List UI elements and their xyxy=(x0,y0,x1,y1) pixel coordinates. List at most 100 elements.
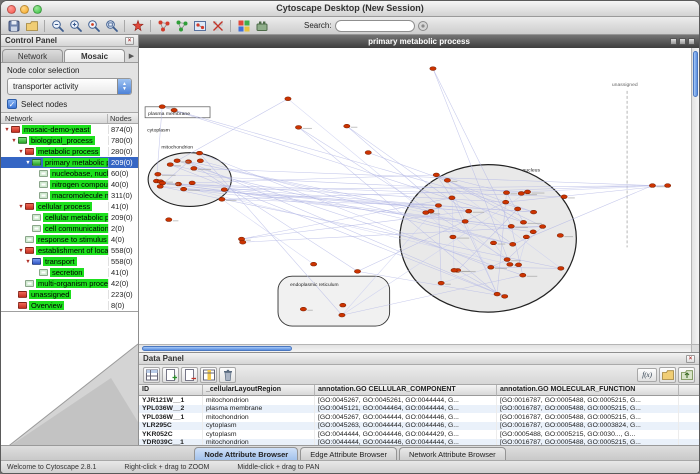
column-header[interactable]: _cellularLayoutRegion xyxy=(203,385,315,396)
table-row[interactable]: YJR121W__1mitochondrion[GO:0045267, GO:0… xyxy=(139,396,699,405)
save-session-icon[interactable] xyxy=(5,18,22,34)
network-node[interactable] xyxy=(561,195,567,199)
network-node[interactable] xyxy=(510,242,516,246)
network-node[interactable] xyxy=(502,294,508,298)
tree-item[interactable]: ▼biological_process780(0) xyxy=(1,135,138,146)
disclosure-triangle-icon[interactable]: ▼ xyxy=(17,248,25,254)
network-node[interactable] xyxy=(449,196,455,200)
tree-network-column-header[interactable]: Network xyxy=(1,114,108,123)
network-node[interactable] xyxy=(514,207,520,211)
network-clone-icon[interactable] xyxy=(173,18,190,34)
network-node[interactable] xyxy=(354,269,360,273)
network-node[interactable] xyxy=(524,190,530,194)
network-node[interactable] xyxy=(450,235,456,239)
network-node[interactable] xyxy=(451,268,457,272)
birdseye-view[interactable] xyxy=(1,311,138,445)
network-node[interactable] xyxy=(428,209,434,213)
network-node[interactable] xyxy=(508,224,514,228)
network-node[interactable] xyxy=(438,281,444,285)
tree-item[interactable]: multi-organism proces42(0) xyxy=(1,278,138,289)
network-node[interactable] xyxy=(435,204,441,208)
disclosure-triangle-icon[interactable]: ▼ xyxy=(24,160,32,166)
network-node[interactable] xyxy=(365,151,371,155)
network-view-icon[interactable] xyxy=(191,18,208,34)
vizmapper-icon[interactable] xyxy=(235,18,252,34)
network-node[interactable] xyxy=(339,313,345,317)
column-header[interactable]: annotation.GO MOLECULAR_FUNCTION xyxy=(497,385,679,396)
search-input[interactable] xyxy=(335,20,415,32)
network-node[interactable] xyxy=(167,163,173,167)
network-node[interactable] xyxy=(166,218,172,222)
network-node[interactable] xyxy=(219,197,225,201)
zoom-out-icon[interactable] xyxy=(49,18,66,34)
view-minimize-button[interactable] xyxy=(670,38,677,45)
network-node[interactable] xyxy=(520,273,526,277)
tree-nodes-column-header[interactable]: Nodes xyxy=(108,114,138,123)
tree-item[interactable]: macromolecule metab311(0) xyxy=(1,190,138,201)
network-node[interactable] xyxy=(295,125,301,129)
disclosure-triangle-icon[interactable]: ▼ xyxy=(17,149,25,155)
tab-node-attribute-browser[interactable]: Node Attribute Browser xyxy=(194,447,298,460)
network-node[interactable] xyxy=(310,262,316,266)
network-node[interactable] xyxy=(157,185,163,189)
network-node[interactable] xyxy=(196,151,202,155)
network-node[interactable] xyxy=(530,230,536,234)
table-row[interactable]: YPL036W__1mitochondrion[GO:0045267, GO:0… xyxy=(139,413,699,422)
network-node[interactable] xyxy=(174,159,180,163)
network-node[interactable] xyxy=(444,178,450,182)
tree-item[interactable]: ▼transport558(0) xyxy=(1,256,138,267)
tree-item[interactable]: ▼primary metabolic proce209(0) xyxy=(1,157,138,168)
plugin-manager-icon[interactable] xyxy=(253,18,270,34)
tree-item[interactable]: ▼metabolic process280(0) xyxy=(1,146,138,157)
network-node[interactable] xyxy=(159,105,165,109)
network-node[interactable] xyxy=(515,263,521,267)
zoom-selected-icon[interactable] xyxy=(85,18,102,34)
annotation-icon[interactable] xyxy=(129,18,146,34)
network-canvas[interactable]: plasma membranecytoplasmmitochondrionnuc… xyxy=(139,48,691,344)
table-row[interactable]: YLR295Ccytoplasm[GO:0045263, GO:0044444,… xyxy=(139,422,699,431)
trash-icon[interactable] xyxy=(219,367,236,383)
network-node[interactable] xyxy=(558,266,564,270)
create-attribute-icon[interactable] xyxy=(162,367,179,383)
view-maximize-button[interactable] xyxy=(679,38,686,45)
network-node[interactable] xyxy=(155,172,161,176)
network-node[interactable] xyxy=(539,225,545,229)
tree-item[interactable]: cell communication2(0) xyxy=(1,223,138,234)
data-panel-close-button[interactable]: × xyxy=(686,355,695,363)
horizontal-scrollbar[interactable] xyxy=(139,344,691,352)
network-node[interactable] xyxy=(503,191,509,195)
tab-mosaic[interactable]: Mosaic xyxy=(64,49,125,62)
export-attributes-icon[interactable] xyxy=(678,367,695,383)
tree-item[interactable]: nitrogen compound m40(0) xyxy=(1,179,138,190)
delete-attribute-icon[interactable] xyxy=(181,367,198,383)
tree-item[interactable]: ▼mosaic-demo-yeast874(0) xyxy=(1,124,138,135)
view-close-button[interactable] xyxy=(688,38,695,45)
column-header[interactable]: annotation.GO CELLULAR_COMPONENT xyxy=(315,385,497,396)
network-node[interactable] xyxy=(180,187,186,191)
network-node[interactable] xyxy=(189,181,195,185)
network-view-titlebar[interactable]: primary metabolic process xyxy=(139,35,699,48)
tab-network-attribute-browser[interactable]: Network Attribute Browser xyxy=(399,447,506,460)
network-node[interactable] xyxy=(504,258,510,262)
network-node[interactable] xyxy=(518,192,524,196)
tab-network[interactable]: Network xyxy=(2,49,63,62)
table-row[interactable]: YKR052Ccytoplasm[GO:0044444, GO:0044446,… xyxy=(139,430,699,439)
tree-item[interactable]: secretion41(0) xyxy=(1,267,138,278)
zoom-in-icon[interactable] xyxy=(67,18,84,34)
attribute-select-icon[interactable] xyxy=(143,367,160,383)
disclosure-triangle-icon[interactable]: ▼ xyxy=(3,127,11,133)
disclosure-triangle-icon[interactable]: ▼ xyxy=(24,259,32,265)
vertical-scroll-thumb[interactable] xyxy=(693,51,698,97)
network-new-icon[interactable] xyxy=(155,18,172,34)
tree-item[interactable]: nucleobase, nucleosid60(0) xyxy=(1,168,138,179)
network-node[interactable] xyxy=(344,124,350,128)
network-node[interactable] xyxy=(197,159,203,163)
tree-item[interactable]: unassigned223(0) xyxy=(1,289,138,300)
network-node[interactable] xyxy=(466,209,472,213)
network-node[interactable] xyxy=(340,303,346,307)
select-columns-icon[interactable] xyxy=(200,367,217,383)
network-node[interactable] xyxy=(221,188,227,192)
network-node[interactable] xyxy=(649,184,655,188)
tab-edge-attribute-browser[interactable]: Edge Attribute Browser xyxy=(300,447,397,460)
network-node[interactable] xyxy=(490,241,496,245)
